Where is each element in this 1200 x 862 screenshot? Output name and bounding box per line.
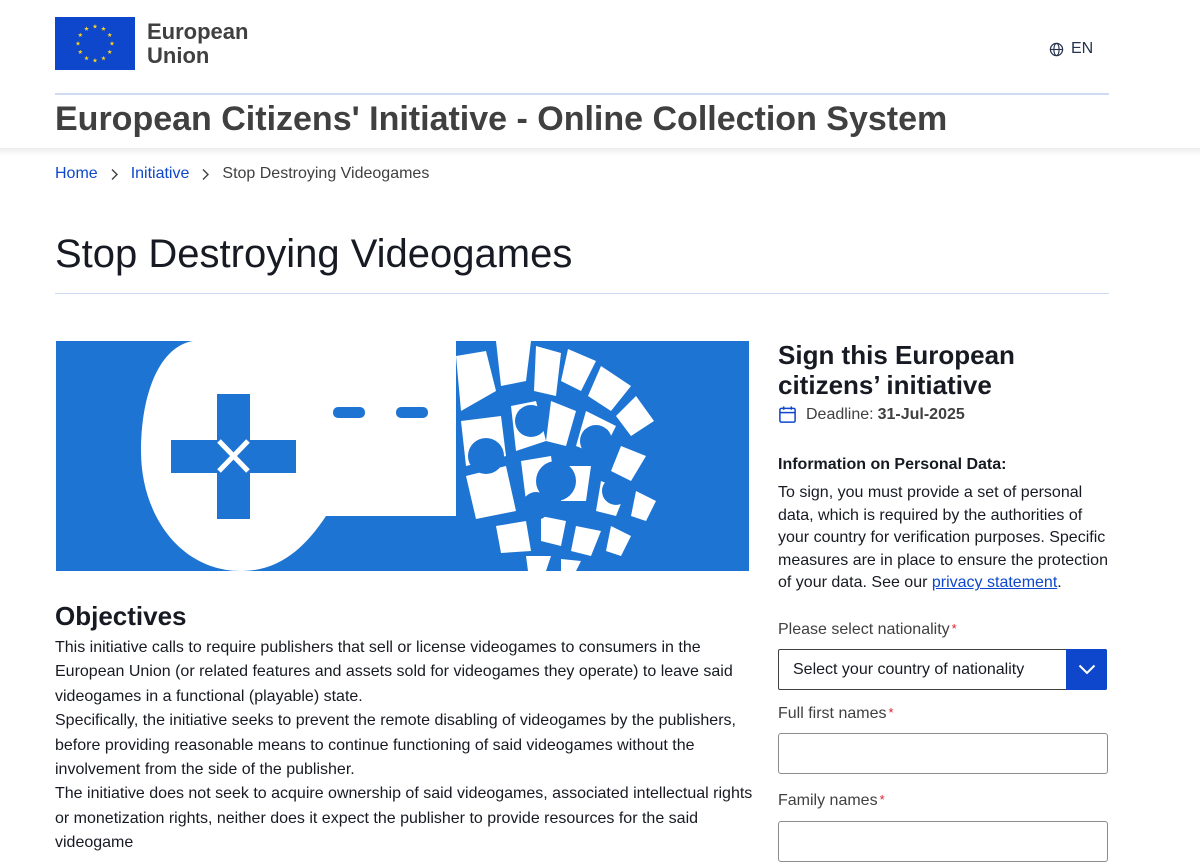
logo-text: European Union bbox=[147, 18, 249, 68]
eu-flag-icon bbox=[55, 17, 135, 70]
eu-logo[interactable]: European Union bbox=[55, 17, 248, 70]
nationality-select[interactable]: Select your country of nationality bbox=[778, 649, 1107, 690]
star-icon bbox=[84, 26, 89, 31]
objectives-paragraph: Specifically, the initiative seeks to pr… bbox=[55, 712, 736, 779]
nationality-label-text: Please select nationality bbox=[778, 621, 950, 638]
calendar-icon bbox=[779, 406, 796, 423]
title-divider bbox=[55, 293, 1109, 294]
personal-data-text: To sign, you must provide a set of perso… bbox=[778, 482, 1113, 595]
chevron-right-icon bbox=[201, 168, 210, 181]
chevron-down-icon[interactable] bbox=[1066, 649, 1107, 690]
breadcrumb-home[interactable]: Home bbox=[55, 165, 98, 183]
star-icon bbox=[75, 41, 81, 46]
header-divider bbox=[55, 93, 1109, 95]
nationality-label: Please select nationality * bbox=[778, 621, 957, 639]
language-selector[interactable]: EN bbox=[1049, 40, 1093, 58]
personal-data-heading: Information on Personal Data: bbox=[778, 456, 1007, 473]
site-title: European Citizens' Initiative - Online C… bbox=[55, 100, 948, 138]
star-icon bbox=[92, 58, 98, 63]
sign-heading: Sign this European citizens’ initiative bbox=[778, 340, 1015, 400]
header-shadow bbox=[0, 148, 1200, 156]
deadline: Deadline: 31-Jul-2025 bbox=[778, 405, 965, 424]
star-icon bbox=[107, 49, 113, 55]
star-icon bbox=[77, 49, 83, 55]
privacy-statement-link[interactable]: privacy statement bbox=[932, 574, 1057, 591]
language-code: EN bbox=[1071, 40, 1094, 57]
broken-gamepad-illustration bbox=[141, 341, 656, 571]
first-names-input[interactable] bbox=[778, 733, 1108, 774]
objectives-paragraph: The initiative does not seek to acquire … bbox=[55, 785, 753, 852]
required-mark: * bbox=[951, 621, 957, 636]
globe-icon bbox=[1049, 42, 1064, 56]
family-names-input[interactable] bbox=[778, 821, 1108, 862]
star-icon bbox=[107, 32, 113, 38]
required-mark: * bbox=[879, 792, 885, 807]
personal-data-end: . bbox=[1057, 574, 1062, 592]
required-mark: * bbox=[888, 705, 894, 720]
breadcrumb-initiative[interactable]: Initiative bbox=[131, 165, 190, 183]
deadline-value: 31-Jul-2025 bbox=[877, 405, 965, 423]
star-icon bbox=[101, 55, 106, 61]
family-names-label-text: Family names bbox=[778, 792, 878, 809]
deadline-label: Deadline: bbox=[806, 405, 874, 423]
family-names-label: Family names * bbox=[778, 792, 885, 810]
star-icon bbox=[77, 32, 83, 38]
page-title: Stop Destroying Videogames bbox=[55, 232, 573, 276]
objectives-paragraph: This initiative calls to require publish… bbox=[55, 639, 733, 705]
star-icon bbox=[84, 55, 89, 61]
star-icon bbox=[101, 26, 106, 31]
objectives-text: This initiative calls to require publish… bbox=[55, 636, 755, 856]
first-names-label: Full first names * bbox=[778, 705, 894, 723]
initiative-banner-image bbox=[56, 341, 749, 571]
nationality-select-value: Select your country of nationality bbox=[793, 660, 1025, 678]
logo-line-2: Union bbox=[147, 42, 210, 68]
logo-line-1: European bbox=[147, 18, 249, 44]
star-icon bbox=[109, 41, 115, 46]
chevron-right-icon bbox=[110, 168, 119, 181]
first-names-label-text: Full first names bbox=[778, 705, 887, 722]
objectives-heading: Objectives bbox=[55, 601, 187, 631]
breadcrumb-current: Stop Destroying Videogames bbox=[222, 165, 430, 182]
breadcrumb: Home Initiative Stop Destroying Videogam… bbox=[55, 165, 429, 183]
star-icon bbox=[92, 24, 98, 29]
